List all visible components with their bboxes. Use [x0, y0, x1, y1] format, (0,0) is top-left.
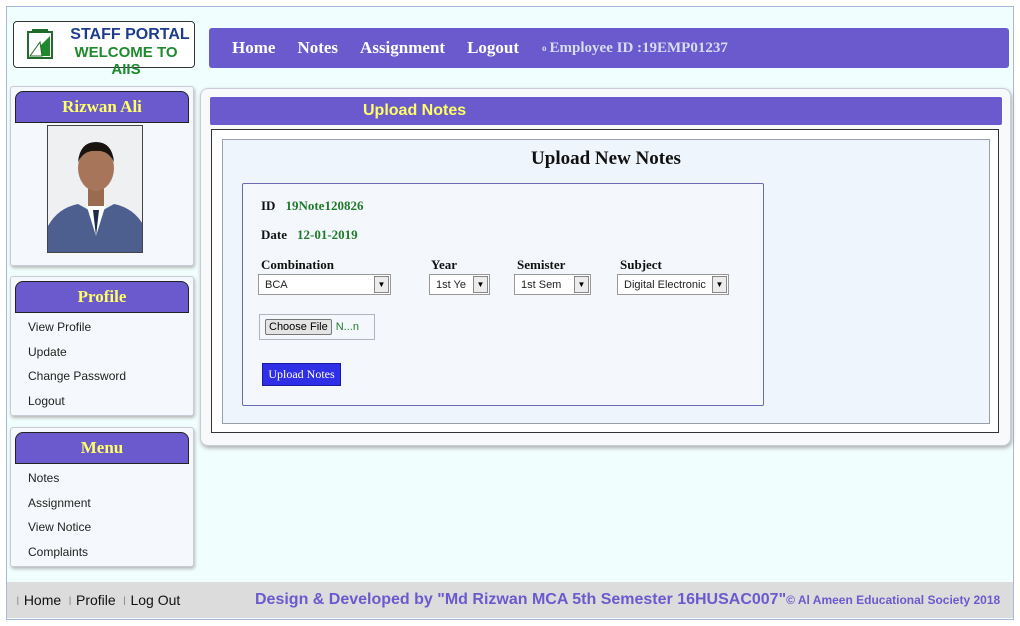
main-menu-panel: Menu Notes Assignment View Notice Compla… — [10, 427, 194, 567]
profile-menu-title: Profile — [15, 281, 189, 313]
semester-label: Semister — [517, 257, 566, 272]
combination-select[interactable]: BCA ▼ — [258, 274, 391, 295]
footer-credit-text: Design & Developed by "Md Rizwan MCA 5th… — [255, 591, 787, 608]
employee-id-text: Employee ID :19EMP01237 — [549, 39, 728, 56]
file-input[interactable]: Choose File N...n — [259, 314, 375, 340]
note-id-label: ID — [261, 198, 276, 213]
chevron-down-icon: ▼ — [374, 276, 389, 293]
main-content: Upload Notes Upload New Notes ID 19Note12… — [200, 88, 1011, 446]
separator-icon: | — [123, 595, 126, 605]
upload-form-outer: Upload New Notes ID 19Note120826 Date 12-0… — [211, 129, 999, 433]
combination-value: BCA — [265, 278, 288, 291]
footer-logout-link[interactable]: Log Out — [130, 592, 180, 608]
footer-copyright: © Al Ameen Educational Society 2018 — [786, 593, 1001, 607]
upload-card: ID 19Note120826 Date 12-01-2019 Combinatio… — [242, 183, 764, 406]
date-label: Date — [261, 227, 287, 242]
nav-home[interactable]: Home — [232, 38, 275, 58]
menu-notes[interactable]: Notes — [28, 466, 193, 491]
year-value: 1st Ye — [436, 278, 466, 291]
chevron-down-icon: ▼ — [712, 276, 727, 293]
footer-home-link[interactable]: Home — [24, 592, 61, 608]
chevron-down-icon: ▼ — [473, 276, 488, 293]
file-name: N...n — [335, 321, 359, 333]
school-emblem-icon — [27, 29, 53, 59]
menu-change-password[interactable]: Change Password — [28, 364, 193, 389]
choose-file-button[interactable]: Choose File — [265, 319, 332, 335]
nav-logout[interactable]: Logout — [467, 38, 519, 58]
note-id-row: ID 19Note120826 — [261, 198, 363, 214]
page-title: Upload Notes — [210, 97, 1002, 125]
menu-assignment[interactable]: Assignment — [28, 491, 193, 516]
menu-view-notice[interactable]: View Notice — [28, 515, 193, 540]
nav-assignment[interactable]: Assignment — [360, 38, 445, 58]
top-navbar: Home Notes Assignment Logout o Employee … — [209, 28, 1009, 68]
year-label: Year — [431, 257, 457, 272]
date-value: 12-01-2019 — [297, 227, 358, 242]
form-heading: Upload New Notes — [531, 148, 681, 169]
footer-credit: Design & Developed by "Md Rizwan MCA 5th… — [255, 591, 1000, 609]
logo-subtitle: WELCOME TO AIIS — [74, 44, 178, 78]
upload-form: Upload New Notes ID 19Note120826 Date 12-0… — [222, 139, 990, 424]
menu-complaints[interactable]: Complaints — [28, 540, 193, 565]
employee-id: o Employee ID :19EMP01237 — [542, 40, 728, 57]
user-name: Rizwan Ali — [15, 91, 189, 123]
separator-icon: | — [69, 595, 71, 605]
year-select[interactable]: 1st Ye ▼ — [429, 274, 490, 295]
separator-icon: | — [17, 595, 19, 605]
date-row: Date 12-01-2019 — [261, 227, 358, 243]
nav-notes[interactable]: Notes — [297, 38, 338, 58]
semester-value: 1st Sem — [521, 278, 562, 291]
combination-label: Combination — [261, 257, 334, 272]
profile-photo-panel: Rizwan Ali — [10, 86, 194, 266]
footer-profile-link[interactable]: Profile — [76, 592, 116, 608]
user-photo-icon — [48, 126, 142, 252]
menu-update[interactable]: Update — [28, 340, 193, 365]
semester-select[interactable]: 1st Sem ▼ — [514, 274, 591, 295]
chevron-down-icon: ▼ — [574, 276, 589, 293]
logo-title: STAFF PORTAL — [70, 26, 190, 43]
subject-label: Subject — [620, 257, 662, 272]
footer: | Home | Profile | Log Out Design & Deve… — [7, 582, 1013, 618]
subject-select[interactable]: Digital Electronic ▼ — [617, 274, 729, 295]
menu-logout[interactable]: Logout — [28, 389, 193, 414]
subject-value: Digital Electronic — [624, 278, 706, 291]
main-menu-title: Menu — [15, 432, 189, 464]
upload-notes-button[interactable]: Upload Notes — [262, 363, 341, 386]
menu-view-profile[interactable]: View Profile — [28, 315, 193, 340]
note-id-value: 19Note120826 — [285, 198, 364, 213]
avatar — [47, 125, 143, 253]
bullet-icon: o — [542, 43, 547, 53]
portal-logo: STAFF PORTAL WELCOME TO AIIS — [13, 21, 195, 78]
profile-menu-panel: Profile View Profile Update Change Passw… — [10, 276, 194, 416]
